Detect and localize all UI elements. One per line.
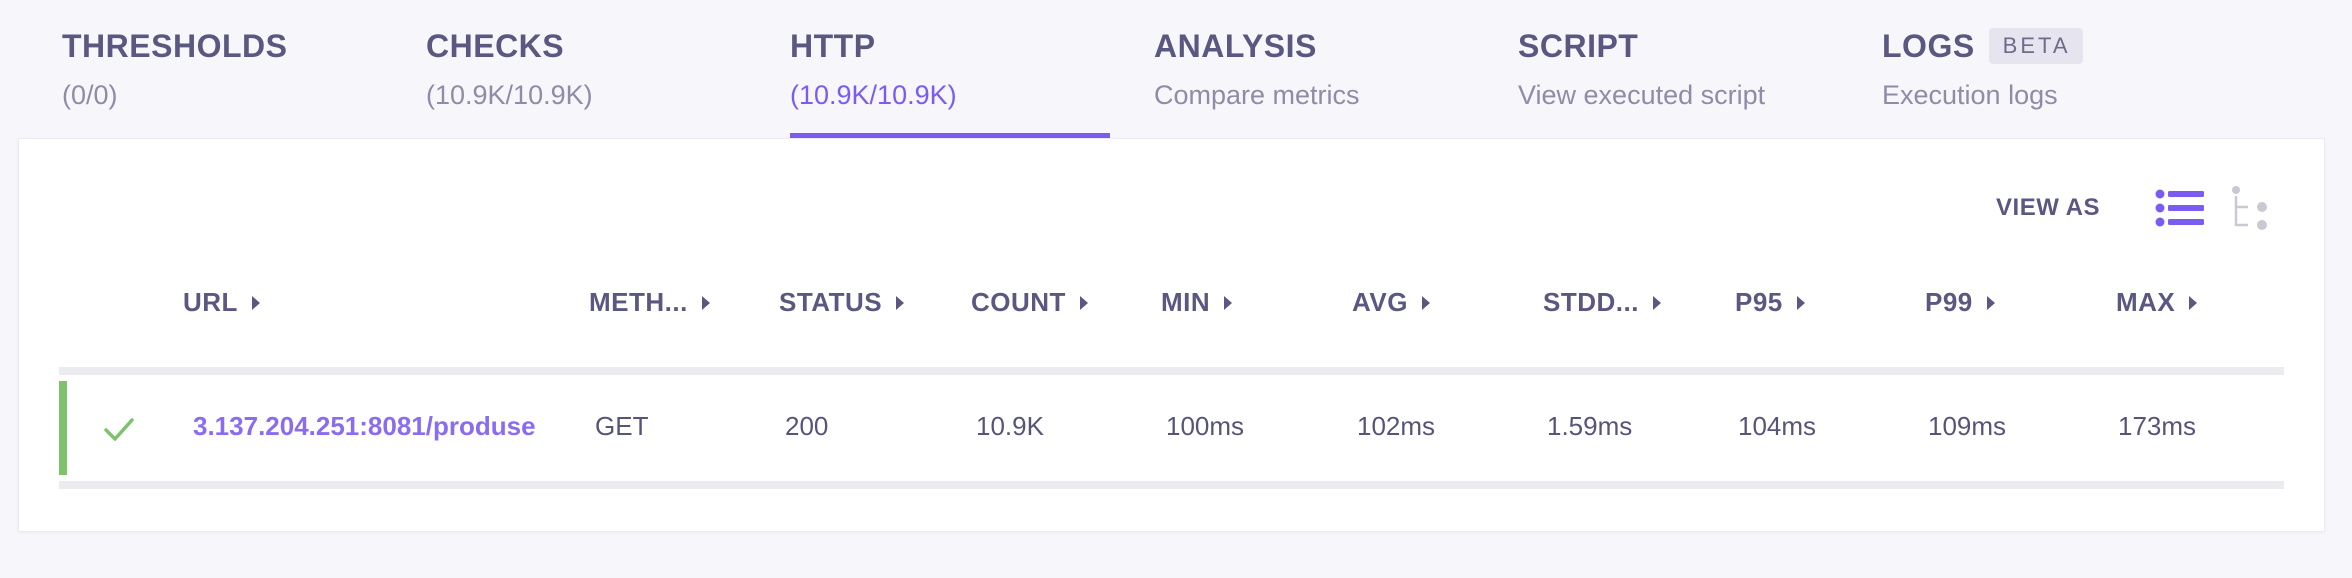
checkmark-icon <box>104 418 134 441</box>
view-as-label: VIEW AS <box>1996 194 2100 221</box>
tab-analysis[interactable]: ANALYSIS Compare metrics <box>1154 0 1518 138</box>
tab-title: LOGS BETA <box>1882 26 2282 66</box>
table-header: URL METH... STATUS COUNT MIN AVG STDD...… <box>59 257 2284 367</box>
p95-cell: 104ms <box>1738 411 1817 441</box>
column-header-avg[interactable]: AVG <box>1352 287 1430 318</box>
count-cell: 10.9K <box>976 411 1044 441</box>
tab-thresholds[interactable]: THRESHOLDS (0/0) <box>0 0 364 138</box>
view-as-control: VIEW AS <box>1996 185 2276 231</box>
tab-title: ANALYSIS <box>1154 27 1317 64</box>
max-cell: 173ms <box>2118 411 2197 441</box>
tab-checks[interactable]: CHECKS (10.9K/10.9K) <box>364 0 728 138</box>
column-header-stddev[interactable]: STDD... <box>1543 287 1661 318</box>
column-label: MAX <box>2116 287 2176 317</box>
column-label: URL <box>183 287 238 317</box>
avg-cell: 102ms <box>1357 411 1436 441</box>
http-requests-table: URL METH... STATUS COUNT MIN AVG STDD...… <box>59 257 2284 489</box>
tab-title-text: LOGS <box>1882 27 1975 64</box>
tab-subtitle: (10.9K/10.9K) <box>426 80 593 110</box>
tab-subtitle: Execution logs <box>1882 80 2058 110</box>
column-header-method[interactable]: METH... <box>589 287 710 318</box>
sort-caret-icon <box>1079 295 1088 310</box>
column-label: P99 <box>1925 287 1973 317</box>
column-label: COUNT <box>971 287 1066 317</box>
http-requests-panel: VIEW AS URL METH... STATUS COUNT MIN AVG… <box>18 138 2325 532</box>
sort-caret-icon <box>1421 295 1430 310</box>
sort-caret-icon <box>896 295 905 310</box>
sort-caret-icon <box>701 295 710 310</box>
table-divider <box>59 367 2284 375</box>
list-view-icon <box>2155 189 2204 227</box>
sort-caret-icon <box>2189 295 2198 310</box>
sort-caret-icon <box>1652 295 1661 310</box>
column-header-url[interactable]: URL <box>183 287 260 318</box>
sort-caret-icon <box>1224 295 1233 310</box>
column-header-min[interactable]: MIN <box>1161 287 1233 318</box>
tab-title: THRESHOLDS <box>62 27 288 64</box>
column-label: STDD... <box>1543 287 1639 317</box>
url-link[interactable]: 3.137.204.251:8081/produse <box>193 411 536 442</box>
beta-badge: BETA <box>1988 28 2083 64</box>
list-view-button[interactable] <box>2154 185 2206 231</box>
column-label: MIN <box>1161 287 1211 317</box>
min-cell: 100ms <box>1166 411 1245 441</box>
column-header-count[interactable]: COUNT <box>971 287 1088 318</box>
table-row[interactable]: 3.137.204.251:8081/produse GET 200 10.9K… <box>59 375 2284 481</box>
tab-title: SCRIPT <box>1518 27 1639 64</box>
success-status-bar <box>59 381 67 475</box>
tab-subtitle: (0/0) <box>62 80 118 110</box>
tab-subtitle: View executed script <box>1518 80 1766 110</box>
sort-caret-icon <box>1796 295 1805 310</box>
column-header-p99[interactable]: P99 <box>1925 287 1995 318</box>
tab-subtitle: Compare metrics <box>1154 80 1360 110</box>
tab-title: HTTP <box>790 27 876 64</box>
tab-logs[interactable]: LOGS BETA Execution logs <box>1882 0 2282 138</box>
column-label: METH... <box>589 287 688 317</box>
tree-view-icon <box>2232 186 2267 230</box>
tab-http[interactable]: HTTP (10.9K/10.9K) <box>750 0 1110 138</box>
status-cell: 200 <box>785 411 829 441</box>
tab-bar: THRESHOLDS (0/0) CHECKS (10.9K/10.9K) HT… <box>0 0 2352 138</box>
column-header-p95[interactable]: P95 <box>1735 287 1805 318</box>
tab-script[interactable]: SCRIPT View executed script <box>1518 0 1882 138</box>
column-label: P95 <box>1735 287 1783 317</box>
column-header-status[interactable]: STATUS <box>779 287 905 318</box>
tree-view-button[interactable] <box>2224 185 2276 231</box>
column-label: STATUS <box>779 287 883 317</box>
method-cell: GET <box>595 411 649 441</box>
column-header-max[interactable]: MAX <box>2116 287 2198 318</box>
tab-title: CHECKS <box>426 27 565 64</box>
sort-caret-icon <box>251 295 260 310</box>
tab-subtitle: (10.9K/10.9K) <box>790 80 957 110</box>
column-label: AVG <box>1352 287 1408 317</box>
table-divider <box>59 481 2284 489</box>
stddev-cell: 1.59ms <box>1547 411 1633 441</box>
p99-cell: 109ms <box>1928 411 2007 441</box>
sort-caret-icon <box>1986 295 1995 310</box>
